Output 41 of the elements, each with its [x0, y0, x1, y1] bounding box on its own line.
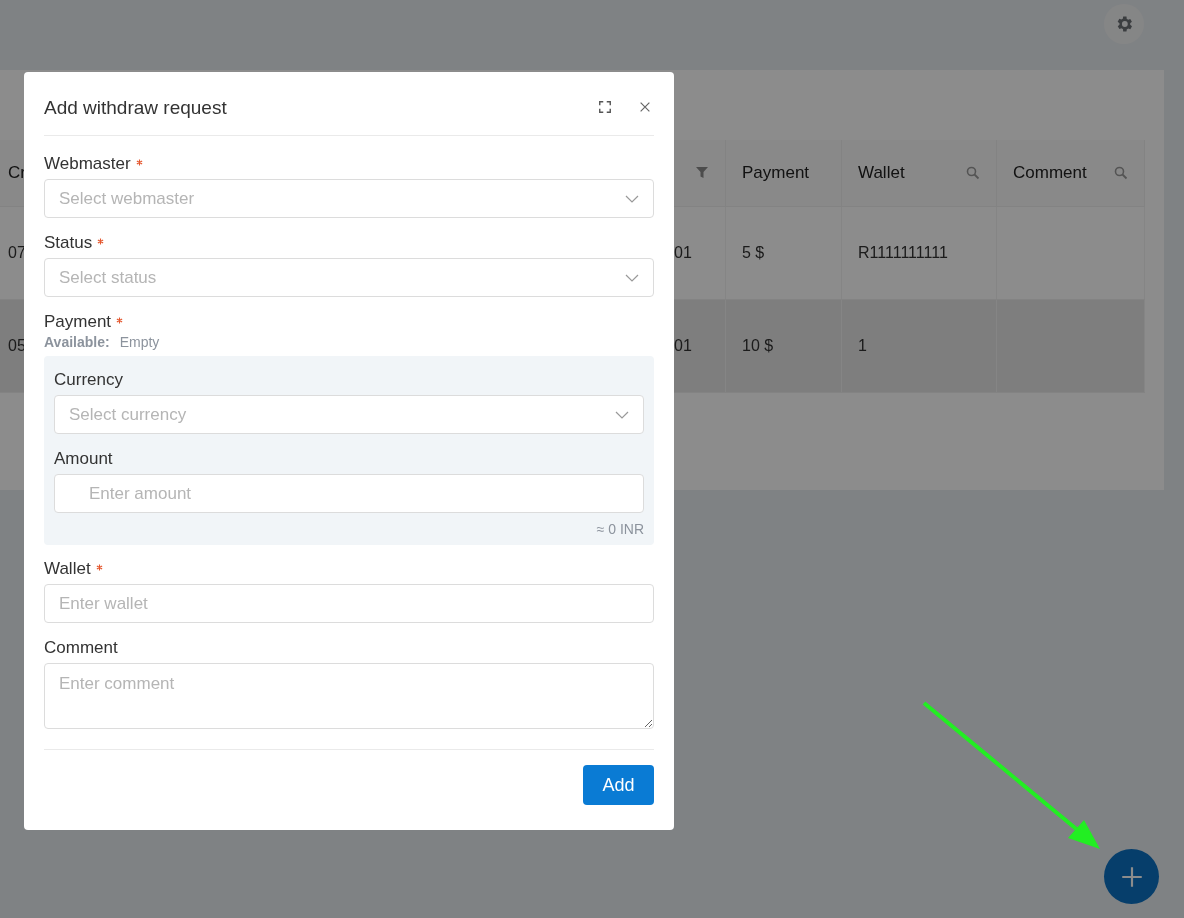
search-icon[interactable]: [966, 166, 980, 180]
settings-button[interactable]: [1104, 4, 1144, 44]
table-cell: 10 $: [742, 337, 774, 355]
table-cell: 5 $: [742, 244, 765, 262]
required-icon: [97, 238, 105, 245]
fullscreen-icon[interactable]: [598, 99, 612, 114]
table-cell: 1: [858, 337, 867, 355]
field-label: Comment: [44, 638, 118, 658]
required-icon: [95, 564, 103, 571]
amount-field[interactable]: Enter amount: [54, 474, 644, 513]
field-label: Webmaster: [44, 154, 131, 174]
select-field[interactable]: Select currency: [54, 395, 644, 434]
field-label: Status: [44, 233, 93, 253]
comment-field[interactable]: Enter comment: [44, 663, 654, 729]
available-value: Empty: [119, 334, 160, 352]
field-label: Amount: [54, 449, 113, 469]
column-title: Wallet: [858, 163, 906, 183]
field-label: Wallet: [44, 559, 91, 579]
dialog-title: Add withdraw request: [44, 96, 228, 119]
select-field[interactable]: Select status: [44, 258, 654, 297]
required-icon: [116, 317, 124, 324]
chevron-down-icon: [625, 273, 639, 282]
input-field[interactable]: Enter wallet: [44, 584, 654, 623]
table-cell: 07: [8, 244, 26, 262]
add-button[interactable]: [1104, 849, 1159, 904]
chevron-down-icon: [615, 410, 629, 419]
table-cell: 01: [674, 337, 692, 355]
table-cell: 01: [674, 244, 692, 262]
field-label: Payment: [44, 312, 112, 332]
table-cell: R1111111111: [858, 244, 948, 262]
filter-icon[interactable]: [695, 166, 709, 180]
required-icon: [135, 159, 143, 166]
search-icon[interactable]: [1114, 166, 1128, 180]
column-title: Comment: [1013, 163, 1088, 183]
chevron-down-icon: [625, 194, 639, 203]
available-label: Available:: [44, 334, 110, 352]
column-title: Payment: [742, 163, 811, 183]
add-button[interactable]: Add: [583, 765, 654, 805]
conversion-hint: ≈ 0 INR: [596, 521, 644, 537]
select-field[interactable]: Select webmaster: [44, 179, 654, 218]
field-label: Currency: [54, 370, 123, 390]
